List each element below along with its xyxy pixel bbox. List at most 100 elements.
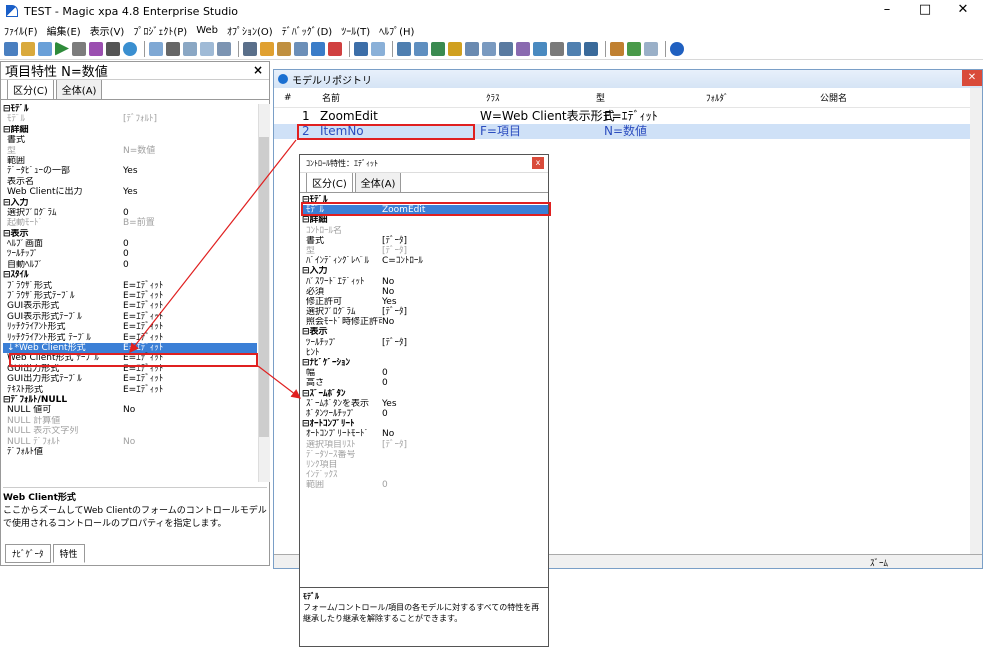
tool-icon[interactable] [294,41,308,56]
tool-icon[interactable] [311,41,325,56]
menu-options[interactable]: ｵﾌﾟｼｮﾝ(O) [227,23,273,38]
property-value[interactable]: E=ｴﾃﾞｨｯﾄ [123,343,257,353]
tool-icon[interactable] [183,41,197,56]
property-row[interactable]: ﾂｰﾙﾁｯﾌﾟ [ﾃﾞｰﾀ] [302,338,548,348]
property-value[interactable] [382,470,548,480]
property-value[interactable]: 0 [123,239,257,249]
property-value[interactable]: Yes [123,166,257,176]
property-section[interactable]: ⊟ﾃﾞﾌｫﾙﾄ/NULL [3,395,257,405]
property-row[interactable]: NULL 値可 No [3,405,257,415]
new-icon[interactable] [4,41,18,56]
tool-icon[interactable] [200,41,214,56]
menu-file[interactable]: ﾌｧｲﾙ(F) [4,23,38,38]
menu-tools[interactable]: ﾂｰﾙ(T) [341,23,370,38]
property-value[interactable]: [ﾃﾞｰﾀ] [382,236,548,246]
tool-icon[interactable] [371,41,385,56]
property-value[interactable]: [ﾃﾞｰﾀ] [382,338,548,348]
save-icon[interactable] [38,41,52,56]
property-section[interactable]: ⊟ﾅﾋﾞｹﾞｰｼｮﾝ [302,358,548,368]
property-value[interactable]: E=ｴﾃﾞｨｯﾄ [123,333,257,343]
tab-properties[interactable]: 特性 [52,544,85,563]
property-row[interactable]: GUI表示形式ﾃｰﾌﾞﾙ E=ｴﾃﾞｨｯﾄ [3,312,257,322]
property-row[interactable]: 選択ﾌﾟﾛｸﾞﾗﾑ [ﾃﾞｰﾀ] [302,307,548,317]
tool-icon[interactable] [627,41,641,56]
property-value[interactable]: No [123,405,257,415]
column-header-class[interactable]: ｸﾗｽ [486,91,500,104]
tool-icon[interactable] [217,41,231,56]
property-value[interactable] [123,447,257,457]
property-section[interactable]: ⊟詳細 [302,215,548,225]
property-value[interactable] [123,135,257,145]
repository-close-button[interactable]: ✕ [962,70,982,86]
property-value[interactable]: [ﾃﾞｰﾀ] [382,440,548,450]
property-value[interactable] [382,460,548,470]
property-value[interactable]: 0 [123,249,257,259]
property-row[interactable]: 必須 No [302,287,548,297]
property-row[interactable]: 表示名 [3,177,257,187]
property-value[interactable] [382,450,548,460]
open-icon[interactable] [21,41,35,56]
stop-icon[interactable] [106,41,120,56]
tool-icon[interactable] [72,41,86,56]
property-value[interactable]: N=数値 [123,146,257,156]
tool-icon[interactable] [533,41,547,56]
property-row[interactable]: ｺﾝﾄﾛｰﾙ名 [302,226,548,236]
property-value[interactable]: No [123,437,257,447]
property-value[interactable]: 0 [123,260,257,270]
column-header-public-name[interactable]: 公開名 [820,91,847,104]
property-row[interactable]: GUI出力形式ﾃｰﾌﾞﾙ E=ｴﾃﾞｨｯﾄ [3,374,257,384]
tool-icon[interactable] [260,41,274,56]
tool-icon[interactable] [431,41,445,56]
property-value[interactable]: 0 [382,378,548,388]
property-row[interactable]: NULL ﾃﾞﾌｫﾙﾄ No [3,437,257,447]
property-section[interactable]: ⊟ﾓﾃﾞﾙ [3,104,257,114]
pause-icon[interactable] [166,41,180,56]
dialog-close-button[interactable]: x [532,157,544,169]
scrollbar-thumb[interactable] [259,137,269,437]
property-row[interactable]: ﾊﾟｽﾜｰﾄﾞｴﾃﾞｨｯﾄ No [302,277,548,287]
tool-icon[interactable] [277,41,291,56]
menu-view[interactable]: 表示(V) [90,23,125,38]
property-section[interactable]: ⊟表示 [302,327,548,337]
property-row[interactable]: Web Clientに出力 Yes [3,187,257,197]
property-value[interactable] [123,156,257,166]
property-row[interactable]: 照会ﾓｰﾄﾞ時修正許可 No [302,317,548,327]
property-row[interactable]: 選択項目ﾘｽﾄ [ﾃﾞｰﾀ] [302,440,548,450]
tab-category[interactable]: 区分(C) [7,79,54,99]
tool-icon[interactable] [584,41,598,56]
property-row[interactable]: ﾃﾞｰﾀｿｰｽ番号 [302,450,548,460]
property-section[interactable]: ⊟入力 [302,266,548,276]
property-row[interactable]: ﾋﾝﾄ [302,348,548,358]
tool-icon[interactable] [354,41,368,56]
property-value[interactable]: 0 [123,208,257,218]
tab-navigator[interactable]: ﾅﾋﾞｹﾞｰﾀ [5,544,51,563]
tool-icon[interactable] [516,41,530,56]
property-row[interactable]: ｲﾝﾃﾞｯｸｽ [302,470,548,480]
property-row[interactable]: ﾓﾃﾞﾙ [ﾃﾞﾌｫﾙﾄ] [3,114,257,124]
property-row[interactable]: ﾌﾞﾗｳｻﾞ形式 E=ｴﾃﾞｨｯﾄ [3,281,257,291]
property-row[interactable]: ﾍﾙﾌﾟ画面 0 [3,239,257,249]
property-section[interactable]: ⊟表示 [3,229,257,239]
property-value[interactable]: E=ｴﾃﾞｨｯﾄ [123,312,257,322]
column-header-name[interactable]: 名前 [322,91,340,104]
tool-icon[interactable] [414,41,428,56]
property-row[interactable]: 型 [ﾃﾞｰﾀ] [302,246,548,256]
property-value[interactable] [123,416,257,426]
property-section[interactable]: ⊟詳細 [3,125,257,135]
property-row[interactable]: ﾃﾞｰﾀﾋﾞｭｰの一部 Yes [3,166,257,176]
tab-all[interactable]: 全体(A) [354,172,402,192]
tool-icon[interactable] [397,41,411,56]
property-row[interactable]: 書式 [ﾃﾞｰﾀ] [302,236,548,246]
debug-icon[interactable] [123,41,137,56]
tool-icon[interactable] [149,41,163,56]
property-row[interactable]: NULL 表示文字列 [3,426,257,436]
property-value[interactable]: No [382,317,548,327]
property-value[interactable]: E=ｴﾃﾞｨｯﾄ [123,301,257,311]
property-value[interactable]: [ﾃﾞｰﾀ] [382,307,548,317]
property-row[interactable]: 起動ﾓｰﾄﾞ B=前置 [3,218,257,228]
property-section[interactable]: ⊟ｽﾞｰﾑﾎﾞﾀﾝ [302,389,548,399]
tool-icon[interactable] [465,41,479,56]
property-value[interactable]: Yes [123,187,257,197]
menu-help[interactable]: ﾍﾙﾌﾟ(H) [379,23,414,38]
property-row[interactable]: ﾃﾞﾌｫﾙﾄ値 [3,447,257,457]
